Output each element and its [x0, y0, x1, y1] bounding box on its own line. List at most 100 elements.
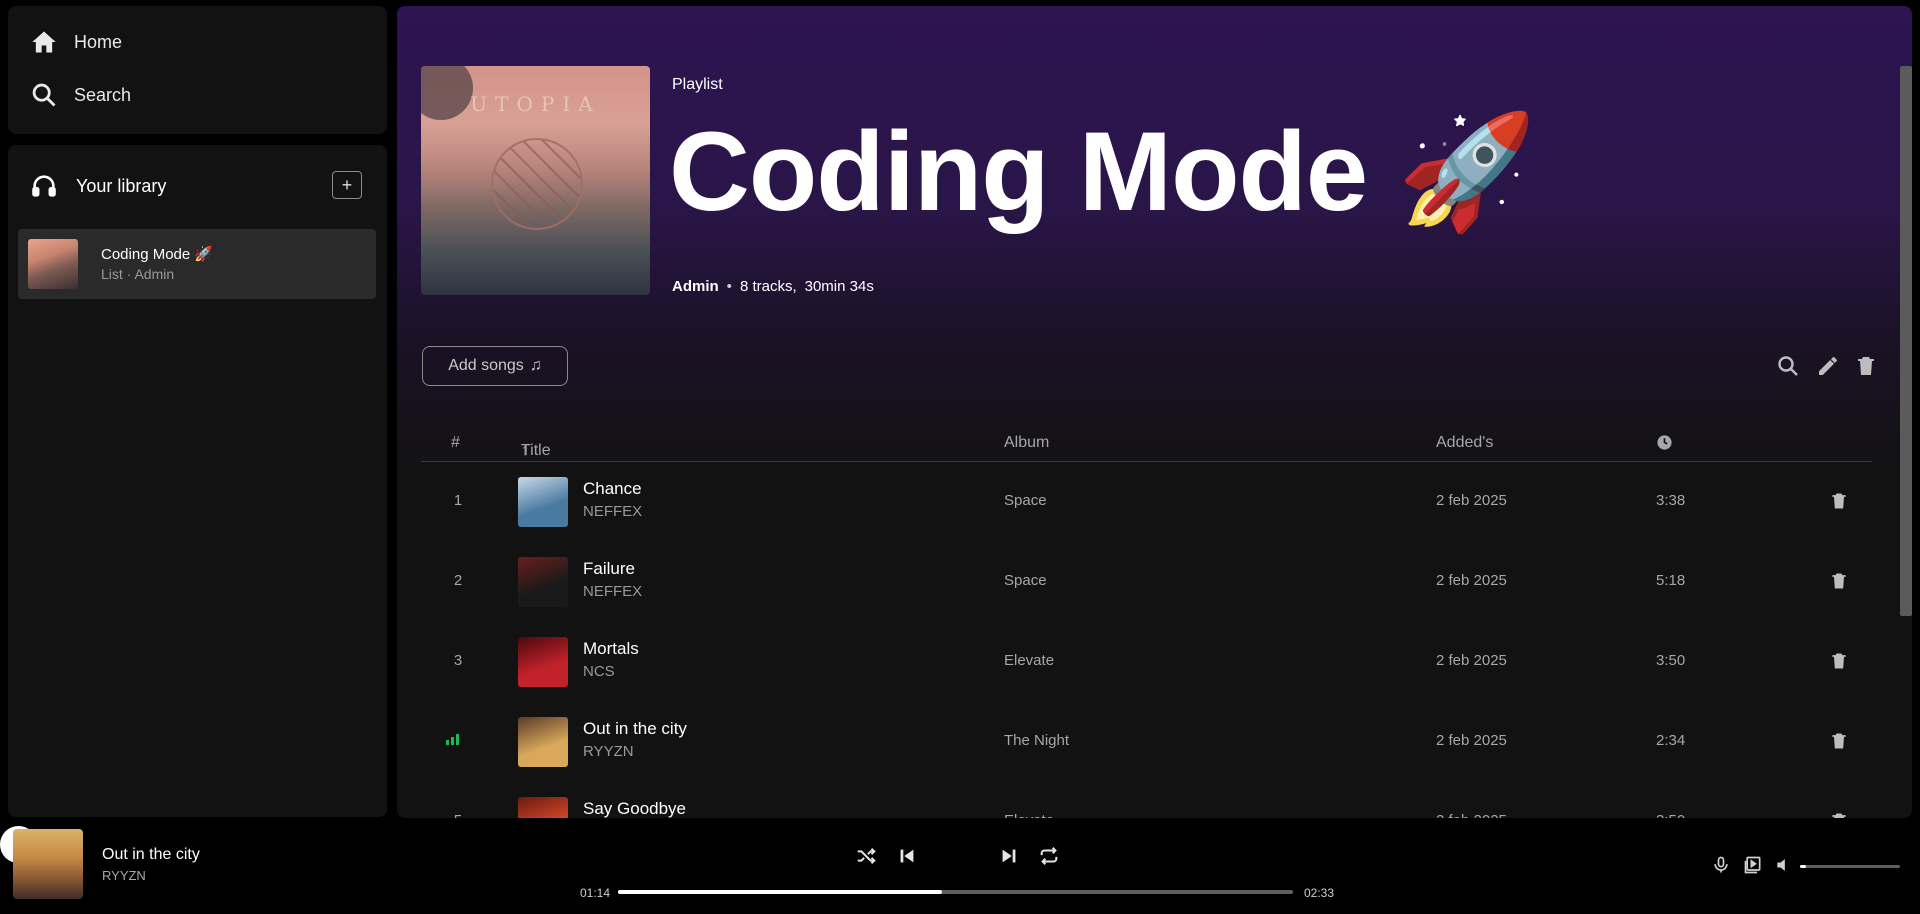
table-row[interactable]: 5 Say Goodbye Elevate 2 feb 2025 3:50	[421, 782, 1872, 818]
track-table-header: # Title ↑ Album Added's	[421, 426, 1872, 462]
playlist-meta: Admin • 8 tracks, 30min 34s	[672, 278, 874, 295]
trash-icon[interactable]	[1829, 731, 1849, 751]
library-item[interactable]: Coding Mode 🚀 List · Admin	[18, 229, 376, 299]
player-bar: Out in the city RYYZN 01:14 02:33	[0, 826, 1920, 914]
library-item-title: Coding Mode 🚀	[101, 246, 214, 263]
track-artist[interactable]: NCS	[583, 663, 615, 680]
main-panel: UTOPIA Playlist Coding Mode 🚀 Admin • 8 …	[397, 6, 1912, 818]
add-songs-label: Add songs	[448, 357, 524, 374]
track-artist[interactable]: NEFFEX	[583, 583, 642, 600]
trash-icon[interactable]	[1854, 354, 1878, 378]
track-art	[518, 557, 568, 607]
playing-indicator-icon	[446, 733, 459, 745]
table-row[interactable]: 3 Mortals NCS Elevate 2 feb 2025 3:50	[421, 622, 1872, 702]
track-title[interactable]: Say Goodbye	[583, 799, 686, 818]
track-number: 1	[453, 492, 463, 509]
now-playing-title[interactable]: Out in the city	[102, 846, 200, 864]
nav-panel: Home Search	[8, 6, 387, 134]
sort-arrow-icon: ↑	[521, 442, 529, 459]
track-art	[518, 797, 568, 818]
volume-slider[interactable]	[1800, 865, 1900, 868]
nav-home-label: Home	[74, 31, 123, 52]
track-album[interactable]: Elevate	[1004, 652, 1054, 669]
volume-icon[interactable]	[1774, 855, 1794, 875]
track-added-date: 2 feb 2025	[1436, 652, 1507, 669]
track-title[interactable]: Chance	[583, 479, 642, 499]
now-playing-art	[13, 829, 83, 899]
playlist-duration: 30min 34s	[804, 278, 874, 295]
track-title[interactable]: Out in the city	[583, 719, 687, 739]
search-icon[interactable]	[1776, 354, 1800, 378]
track-art	[518, 477, 568, 527]
microphone-icon[interactable]	[1711, 855, 1731, 875]
nav-home[interactable]: Home	[30, 28, 122, 56]
next-icon[interactable]	[998, 845, 1020, 867]
track-artist[interactable]: RYYZN	[583, 743, 634, 760]
track-title[interactable]: Mortals	[583, 639, 639, 659]
library-title: Your library	[76, 175, 167, 196]
queue-icon[interactable]	[1743, 855, 1763, 875]
home-icon	[32, 31, 56, 53]
progress-fill	[618, 890, 942, 894]
pencil-icon[interactable]	[1816, 354, 1840, 378]
track-number: 2	[453, 572, 463, 589]
playlist-label: Playlist	[672, 76, 723, 93]
scrollbar[interactable]	[1900, 66, 1912, 616]
trash-icon[interactable]	[1829, 571, 1849, 591]
current-time: 01:14	[580, 886, 611, 900]
track-duration: 2:34	[1656, 732, 1686, 749]
cover-sphere	[491, 138, 583, 230]
table-row[interactable]: 2 Failure NEFFEX Space 2 feb 2025 5:18	[421, 542, 1872, 622]
total-time: 02:33	[1304, 886, 1335, 900]
trash-icon[interactable]	[1829, 491, 1849, 511]
music-note-icon: ♫	[529, 357, 542, 374]
volume-fill	[1800, 865, 1806, 868]
playlist-track-count: 8 tracks,	[739, 278, 797, 295]
track-album[interactable]: The Night	[1004, 732, 1069, 749]
track-album[interactable]: Elevate	[1004, 812, 1054, 818]
track-duration: 5:18	[1656, 572, 1686, 589]
nav-search-label: Search	[74, 84, 132, 105]
track-art	[518, 637, 568, 687]
track-duration: 3:50	[1656, 812, 1685, 818]
track-added-date: 2 feb 2025	[1436, 492, 1507, 509]
track-artist[interactable]: NEFFEX	[583, 503, 642, 520]
header-number: #	[451, 434, 460, 451]
meta-separator: •	[726, 278, 732, 295]
progress-bar[interactable]	[618, 890, 1293, 894]
headphones-icon	[32, 175, 56, 197]
table-row[interactable]: Out in the city RYYZN The Night 2 feb 2025 2…	[421, 702, 1872, 782]
track-art	[518, 717, 568, 767]
playlist-title: Coding Mode 🚀	[669, 109, 1537, 234]
playlist-cover: UTOPIA	[421, 66, 650, 295]
track-number: 5	[451, 812, 465, 818]
library-item-subtitle: List · Admin	[101, 266, 175, 282]
search-icon	[32, 83, 56, 107]
track-album[interactable]: Space	[1004, 492, 1047, 509]
add-songs-button[interactable]: Add songs ♫	[422, 346, 568, 386]
header-added[interactable]: Added's	[1436, 434, 1493, 452]
track-album[interactable]: Space	[1004, 572, 1047, 589]
track-title[interactable]: Failure	[583, 559, 635, 579]
track-duration: 3:38	[1656, 492, 1686, 509]
trash-icon[interactable]	[1829, 811, 1849, 818]
track-added-date: 2 feb 2025	[1436, 812, 1507, 818]
playlist-owner[interactable]: Admin	[672, 278, 719, 295]
repeat-icon[interactable]	[1038, 845, 1060, 867]
now-playing-artist[interactable]: RYYZN	[102, 868, 146, 883]
clock-icon[interactable]	[1656, 434, 1673, 456]
track-added-date: 2 feb 2025	[1436, 732, 1507, 749]
library-header[interactable]: Your library	[30, 172, 166, 200]
cover-text: UTOPIA	[470, 92, 601, 116]
add-playlist-button[interactable]: +	[332, 171, 362, 199]
track-number: 3	[453, 652, 463, 669]
nav-search[interactable]: Search	[30, 81, 131, 109]
track-duration: 3:50	[1656, 652, 1686, 669]
header-album[interactable]: Album	[1004, 434, 1049, 452]
shuffle-icon[interactable]	[855, 845, 877, 867]
table-row[interactable]: 1 Chance NEFFEX Space 2 feb 2025 3:38	[421, 462, 1872, 542]
trash-icon[interactable]	[1829, 651, 1849, 671]
library-panel: Your library + Coding Mode 🚀 List · Admi…	[8, 145, 387, 817]
library-item-thumbnail	[28, 239, 78, 289]
previous-icon[interactable]	[896, 845, 918, 867]
